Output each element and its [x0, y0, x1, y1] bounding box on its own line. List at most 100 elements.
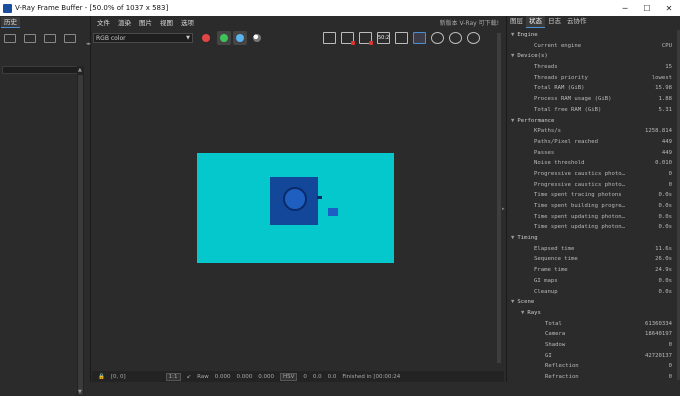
collapse-triangle-icon[interactable]: ▼ [521, 310, 524, 316]
color-mode-label: Raw [197, 373, 209, 380]
stats-key: Time spent building progre… [534, 203, 625, 209]
export-history-icon[interactable] [64, 34, 76, 43]
menu-render[interactable]: 渲染 [118, 17, 131, 27]
render-region-dropdown[interactable] [413, 32, 426, 44]
stats-row: Time spent tracing photons 0.0s [507, 190, 677, 201]
ab-compare-icon[interactable] [24, 34, 36, 43]
stats-key: Sequence time [534, 256, 578, 263]
stats-section-label: Timing [517, 235, 538, 242]
collapse-triangle-icon[interactable]: ▼ [511, 32, 514, 38]
close-button[interactable]: ✕ [658, 4, 680, 13]
stats-value: 0.010 [655, 160, 672, 167]
red-channel-button[interactable] [202, 34, 210, 42]
stats-row: Total 61360334 [507, 319, 677, 330]
pixel-h-value: 0 [303, 373, 307, 380]
menu-options[interactable]: 选项 [181, 17, 194, 27]
stats-key: Time spent updating photon… [534, 213, 625, 220]
render-viewport[interactable] [92, 48, 502, 371]
render-teapot-icon[interactable] [467, 32, 480, 44]
stats-value: 1.88 [658, 96, 672, 103]
menu-view[interactable]: 视图 [160, 17, 173, 27]
stats-key: Time spent tracing photons [534, 192, 622, 199]
alpha-channel-button[interactable] [253, 34, 261, 42]
tab-layers[interactable]: 图层 [507, 16, 526, 28]
panel-collapse-icon[interactable]: ◂▸ [86, 41, 91, 47]
stats-value: 0.0s [658, 213, 672, 220]
stats-subsection-label: ▼ Rays [521, 308, 541, 319]
zoom-badge-icon[interactable]: 50:2 [377, 32, 390, 44]
viewport-scrollbar[interactable] [495, 28, 502, 373]
stats-row: Shadow 0 [507, 340, 677, 351]
stats-row: GI 42720137 [507, 351, 677, 362]
ratio-select[interactable]: 1:1 [165, 372, 181, 381]
viewport-scroll-thumb[interactable] [497, 33, 501, 363]
stats-key: Total RAM (GiB) [534, 85, 585, 92]
tab-log[interactable]: 日志 [545, 16, 564, 28]
region-render-icon[interactable] [359, 32, 373, 45]
title-bar: V-Ray Frame Buffer - [50.0% of 1037 x 58… [0, 0, 680, 16]
history-search-input[interactable] [2, 66, 78, 74]
chevron-down-icon: ▼ [186, 35, 190, 41]
stats-key: Progressive caustics photo… [534, 170, 625, 177]
stats-row: Progressive caustics photo… 0 [507, 180, 677, 191]
stats-section: ▼ Scene [507, 297, 677, 308]
scroll-up-icon[interactable]: ▲ [78, 67, 82, 73]
stats-value: 0.0s [658, 203, 672, 209]
history-scroll-thumb[interactable] [78, 75, 83, 395]
stats-section: ▼ Engine [507, 30, 677, 41]
status-bar: 🔒 [0, 0] 1:1 ↙ Raw 0.000 0.000 0.000 HSV… [92, 371, 504, 382]
stats-key: Threads [534, 64, 558, 71]
track-mouse-icon[interactable] [395, 32, 408, 44]
stats-value: 449 [661, 138, 672, 145]
history-tab[interactable]: 历史 [1, 17, 20, 28]
save-history-icon[interactable] [4, 34, 16, 43]
stats-key: GI maps [534, 277, 558, 284]
version-notice-link[interactable]: 新版本 V-Ray 可下载! [440, 18, 499, 27]
channel-select[interactable]: RGB color ▼ [93, 33, 193, 43]
collapse-triangle-icon[interactable]: ▼ [511, 235, 514, 241]
clear-image-icon[interactable] [341, 32, 355, 45]
render-icon[interactable] [449, 32, 462, 44]
blue-channel-toggle[interactable] [233, 31, 247, 45]
lock-icon[interactable]: 🔒 [98, 374, 105, 380]
pixel-v-value: 0.0 [327, 373, 337, 380]
scroll-down-icon[interactable]: ▼ [78, 389, 82, 395]
stats-row: Camera 18640197 [507, 329, 677, 340]
stats-key: Progressive caustics photo… [534, 181, 625, 188]
stats-row: Reflection 0 [507, 361, 677, 372]
menu-bar: 文件 渲染 图片 视图 选项 新版本 V-Ray 可下载! [92, 16, 504, 28]
history-scrollbar[interactable]: ▲ ▼ [77, 66, 84, 396]
load-history-icon[interactable] [44, 34, 56, 43]
menu-file[interactable]: 文件 [97, 17, 110, 27]
splitter-arrow-icon[interactable]: ▸ [502, 206, 505, 212]
stats-key: GI [545, 352, 552, 359]
colorspace-select[interactable]: HSV [279, 372, 298, 381]
stats-key: Total free RAM (GiB) [534, 106, 602, 113]
collapse-triangle-icon[interactable]: ▼ [511, 118, 514, 124]
stats-row: Cleanup 0.0s [507, 287, 677, 298]
stats-section: ▼ Device(s) [507, 51, 677, 62]
color-picker-icon[interactable]: ↙ [187, 374, 192, 380]
stats-value: 0 [668, 341, 672, 348]
stats-key: Passes [534, 149, 555, 156]
stats-value: 0 [668, 374, 672, 380]
tab-cloud[interactable]: 云协作 [564, 16, 590, 28]
collapse-triangle-icon[interactable]: ▼ [511, 299, 514, 305]
stats-row: KPaths/s 1258.814 [507, 126, 677, 137]
tab-stats[interactable]: 状态 [526, 16, 545, 28]
menu-image[interactable]: 图片 [139, 17, 152, 27]
collapse-triangle-icon[interactable]: ▼ [511, 53, 514, 59]
save-image-icon[interactable] [323, 32, 336, 44]
stats-key: Camera [545, 331, 566, 338]
stats-value: 42720137 [645, 352, 672, 359]
minimize-button[interactable]: ─ [614, 4, 636, 13]
stats-key: Cleanup [534, 288, 558, 295]
maximize-button[interactable]: ☐ [636, 4, 658, 13]
stats-row: Paths/Pixel reached 449 [507, 137, 677, 148]
green-channel-toggle[interactable] [217, 31, 231, 45]
pixel-g-value: 0.000 [236, 373, 253, 380]
interactive-render-icon[interactable] [431, 32, 444, 44]
pixel-b-value: 0.000 [258, 373, 274, 380]
stats-section-label: Engine [517, 32, 538, 38]
stats-value: 1258.814 [645, 128, 672, 135]
